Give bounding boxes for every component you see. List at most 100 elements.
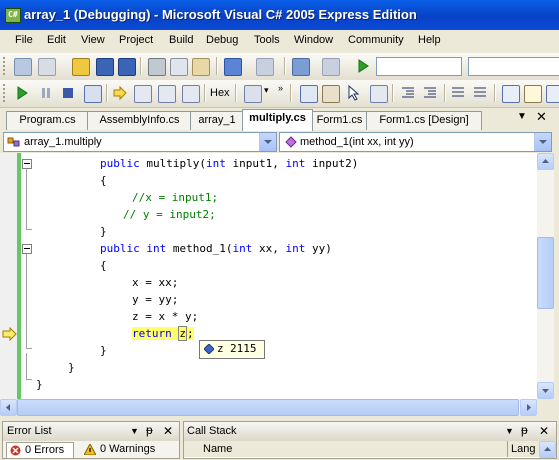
undo-icon[interactable] [224, 58, 242, 76]
step-out-icon[interactable] [182, 85, 200, 103]
error-list-toolbar: 0 Errors 0 Warnings [2, 441, 180, 459]
navigate-backward-icon[interactable] [292, 58, 310, 76]
scroll-up-button[interactable] [539, 441, 556, 458]
continue-debugging-icon[interactable] [355, 58, 371, 74]
menu-tools[interactable]: Tools [254, 34, 280, 46]
tab-multiply-cs[interactable]: multiply.cs [242, 109, 313, 131]
datatip-value[interactable]: 2115 [230, 342, 257, 355]
window-position-dropdown-icon[interactable]: ▼ [130, 426, 139, 436]
scroll-down-button[interactable] [537, 382, 554, 399]
restart-icon[interactable] [84, 85, 102, 103]
menu-view[interactable]: View [81, 34, 105, 46]
toolbar-separator [392, 84, 394, 102]
increase-indent-icon[interactable] [422, 85, 438, 101]
indicator-margin[interactable] [0, 153, 17, 399]
visual-csharp-app-icon[interactable]: C# [5, 8, 21, 23]
tab-form1-cs-design[interactable]: Form1.cs [Design] [366, 111, 482, 130]
horizontal-scroll-thumb[interactable] [17, 399, 519, 416]
menu-edit[interactable]: Edit [47, 34, 66, 46]
horizontal-scrollbar[interactable] [0, 399, 537, 416]
menu-bar: File Edit View Project Build Debug Tools… [0, 30, 559, 52]
collapse-outline-icon[interactable] [22, 159, 32, 169]
call-stack-column-name[interactable]: Name [184, 441, 508, 457]
display-parameter-info-icon[interactable] [546, 85, 559, 103]
tab-list-dropdown-icon[interactable]: ▼ [517, 111, 527, 122]
warnings-filter-button[interactable]: 0 Warnings [81, 442, 167, 457]
cut-icon[interactable] [148, 58, 166, 76]
menu-window[interactable]: Window [294, 34, 333, 46]
menu-build[interactable]: Build [169, 34, 193, 46]
scroll-right-button[interactable] [520, 399, 537, 416]
tab-assemblyinfo-cs[interactable]: AssemblyInfo.cs [87, 111, 192, 130]
step-into-icon[interactable] [134, 85, 152, 103]
show-next-statement-icon[interactable] [112, 85, 128, 101]
close-pane-icon[interactable]: ✕ [163, 424, 173, 438]
solution-configuration-combo[interactable] [376, 57, 462, 76]
navigate-forward-icon[interactable] [322, 58, 340, 76]
continue-icon[interactable] [14, 85, 30, 101]
vertical-scroll-thumb[interactable] [537, 237, 554, 309]
menu-help[interactable]: Help [418, 34, 441, 46]
pointer-tool-icon[interactable] [346, 84, 362, 101]
uncomment-lines-icon[interactable] [472, 85, 488, 101]
collapse-outline-icon[interactable] [22, 244, 32, 254]
code-editor[interactable]: public multiply(int input1, int input2) … [0, 153, 537, 399]
errors-filter-button[interactable]: 0 Errors [6, 442, 74, 459]
redo-icon[interactable] [256, 58, 274, 76]
tab-program-cs[interactable]: Program.cs [6, 111, 89, 130]
display-quick-info-icon[interactable] [524, 85, 542, 103]
chevron-down-icon[interactable]: ▾ [264, 85, 269, 96]
step-over-icon[interactable] [158, 85, 176, 103]
vertical-scrollbar[interactable] [537, 153, 554, 399]
tab-array-1[interactable]: array_1 [190, 111, 244, 130]
quick-replace-icon[interactable] [322, 85, 340, 103]
chevron-down-icon[interactable] [259, 133, 276, 151]
comment-lines-icon[interactable] [450, 85, 466, 101]
scroll-left-button[interactable] [0, 399, 17, 416]
types-combo[interactable]: array_1.multiply [3, 132, 277, 152]
new-project-icon[interactable] [14, 58, 32, 76]
toolbar-grip[interactable] [3, 84, 8, 102]
call-stack-column-language-label: Lang [511, 443, 536, 455]
toolbar-overflow-icon[interactable]: » [278, 83, 283, 93]
auto-hide-pin-icon[interactable]: ᵽ [521, 423, 528, 437]
scroll-up-button[interactable] [537, 153, 554, 170]
close-pane-icon[interactable]: ✕ [539, 424, 549, 438]
display-object-member-list-icon[interactable] [502, 85, 520, 103]
members-combo-value: method_1(int xx, int yy) [300, 136, 414, 148]
close-document-icon[interactable]: ✕ [536, 109, 547, 125]
toolbar-separator [106, 84, 108, 102]
standard-toolbar [0, 53, 559, 81]
break-all-icon[interactable] [38, 85, 54, 101]
menu-file[interactable]: File [15, 34, 33, 46]
auto-hide-pin-icon[interactable]: ᵽ [146, 423, 153, 437]
rename-icon[interactable] [370, 85, 388, 103]
open-file-icon[interactable] [72, 58, 90, 76]
tab-form1-cs[interactable]: Form1.cs [311, 111, 368, 130]
chevron-down-icon[interactable] [534, 133, 551, 151]
menu-debug[interactable]: Debug [206, 34, 238, 46]
copy-icon[interactable] [170, 58, 188, 76]
paste-icon[interactable] [192, 58, 210, 76]
debugger-datatip[interactable]: z 2115 [199, 340, 265, 359]
code-line: y = yy; [132, 293, 179, 306]
toolbar-separator [216, 57, 218, 75]
members-combo[interactable]: method_1(int xx, int yy) [279, 132, 552, 152]
menu-community[interactable]: Community [348, 34, 404, 46]
breakpoints-window-icon[interactable] [244, 85, 262, 103]
find-combo[interactable] [468, 57, 559, 76]
hexadecimal-display-button[interactable]: Hex [210, 87, 230, 99]
decrease-indent-icon[interactable] [400, 85, 416, 101]
code-line: } [100, 225, 107, 238]
call-stack-header[interactable]: Call Stack ▼ ᵽ ✕ [183, 421, 557, 442]
error-list-header[interactable]: Error List ▼ ᵽ ✕ [2, 421, 180, 442]
window-position-dropdown-icon[interactable]: ▼ [505, 426, 514, 436]
save-icon[interactable] [96, 58, 114, 76]
toolbar-grip[interactable] [3, 57, 8, 75]
add-item-icon[interactable] [38, 58, 56, 76]
call-stack-column-language[interactable]: Lang [508, 441, 540, 457]
save-all-icon[interactable] [118, 58, 136, 76]
find-in-files-icon[interactable] [300, 85, 318, 103]
stop-debugging-icon[interactable] [60, 85, 76, 101]
menu-project[interactable]: Project [119, 34, 153, 46]
